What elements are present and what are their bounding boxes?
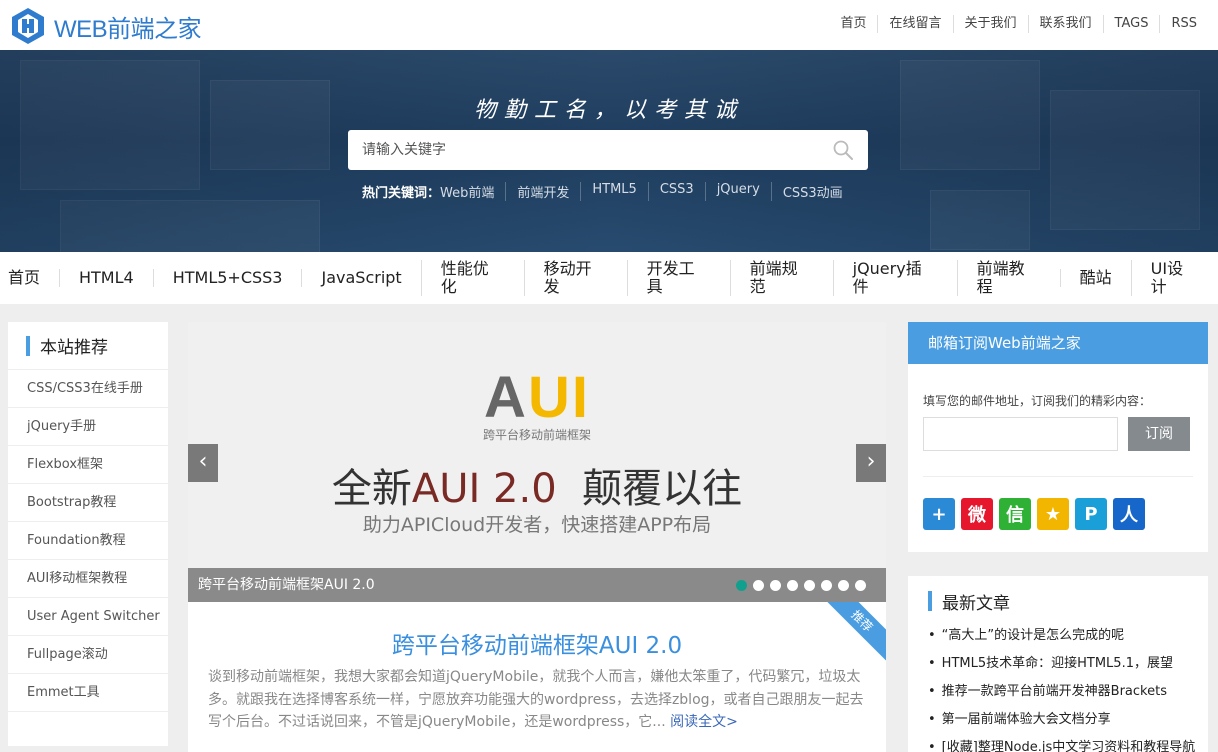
- main-nav-item[interactable]: HTML5+CSS3: [152, 269, 302, 287]
- sidebar-item[interactable]: Bootstrap教程: [8, 484, 168, 522]
- latest-articles: 最新文章 “高大上”的设计是怎么完成的呢HTML5技术革命：迎接HTML5.1，…: [908, 576, 1208, 752]
- search-box: [348, 130, 868, 170]
- sidebar-item[interactable]: Fullpage滚动: [8, 636, 168, 674]
- sidebar-item[interactable]: Foundation教程: [8, 522, 168, 560]
- site-logo[interactable]: WEB前端之家: [8, 6, 202, 46]
- main-nav-item[interactable]: UI设计: [1130, 260, 1218, 296]
- latest-list: “高大上”的设计是怎么完成的呢HTML5技术革命：迎接HTML5.1，展望推荐一…: [908, 626, 1208, 752]
- hot-keyword-link[interactable]: 前端开发: [505, 182, 580, 201]
- carousel-dot[interactable]: [770, 580, 781, 591]
- weibo-share-icon[interactable]: 微: [961, 498, 993, 530]
- latest-article-item[interactable]: “高大上”的设计是怎么完成的呢: [928, 626, 1208, 654]
- topnav-item[interactable]: 首页: [829, 15, 877, 33]
- plus-share-icon[interactable]: +: [923, 498, 955, 530]
- main-nav-item[interactable]: jQuery插件: [832, 260, 957, 296]
- main-nav-item[interactable]: 开发工具: [626, 260, 730, 296]
- tencent-weibo-share-icon[interactable]: P: [1075, 498, 1107, 530]
- subscribe-button[interactable]: 订阅: [1128, 417, 1190, 451]
- banner-slogan: 物勤工名，以考其诚: [473, 98, 744, 123]
- hot-keyword-link[interactable]: CSS3: [647, 182, 705, 201]
- sidebar-item[interactable]: Flexbox框架: [8, 446, 168, 484]
- main-nav-item[interactable]: 性能优化: [420, 260, 524, 296]
- carousel-dot[interactable]: [821, 580, 832, 591]
- main-nav-item[interactable]: 首页: [0, 269, 59, 287]
- divider: [923, 476, 1193, 477]
- aui-logo-subtitle: 跨平台移动前端框架: [482, 428, 591, 442]
- share-icons: + 微信 ★ P 人: [923, 498, 1151, 530]
- article-title[interactable]: 跨平台移动前端框架AUI 2.0: [188, 626, 886, 660]
- main-nav-item[interactable]: 前端规范: [729, 260, 833, 296]
- article-excerpt: 谈到移动前端框架，我想大家都会知道jQueryMobile，就我个人而言，嫌他太…: [208, 669, 864, 730]
- sidebar-item[interactable]: User Agent Switcher: [8, 598, 168, 636]
- logo-text: WEB前端之家: [54, 15, 202, 43]
- hot-keyword-link[interactable]: jQuery: [704, 182, 771, 201]
- carousel-dots: [730, 580, 866, 591]
- sidebar-item[interactable]: AUI移动框架教程: [8, 560, 168, 598]
- slide-headline: 全新AUI 2.0 颠覆以往: [331, 466, 743, 512]
- email-field[interactable]: [923, 417, 1118, 451]
- main-nav-item[interactable]: HTML4: [59, 269, 153, 287]
- top-bar: WEB前端之家 首页 在线留言 关于我们 联系我们 TAGS RSS: [0, 0, 1218, 50]
- latest-title: 最新文章: [908, 576, 1208, 626]
- latest-article-item[interactable]: [收藏]整理Node.js中文学习资料和教程导航: [928, 738, 1208, 752]
- title-accent-bar: [928, 591, 932, 611]
- recommend-sidebar: 本站推荐 CSS/CSS3在线手册 jQuery手册 Flexbox框架 Bootst…: [8, 322, 168, 746]
- hot-keyword-link[interactable]: Web前端: [440, 182, 505, 201]
- latest-article-item[interactable]: 第一届前端体验大会文档分享: [928, 710, 1208, 738]
- hot-keywords-label: 热门关键词：: [362, 186, 441, 201]
- hot-keyword-link[interactable]: CSS3动画: [770, 182, 854, 201]
- carousel-dot[interactable]: [736, 580, 747, 591]
- topnav-item[interactable]: 关于我们: [952, 15, 1028, 33]
- main-nav-item[interactable]: JavaScript: [301, 269, 420, 287]
- sidebar-list: CSS/CSS3在线手册 jQuery手册 Flexbox框架 Bootstrap教程…: [8, 370, 168, 712]
- latest-title-text: 最新文章: [942, 593, 1010, 614]
- main-nav-item[interactable]: 酷站: [1059, 269, 1131, 287]
- carousel-dot[interactable]: [804, 580, 815, 591]
- carousel-dot[interactable]: [838, 580, 849, 591]
- slide-tagline: 助力APICloud开发者，快速搭建APP布局: [362, 514, 712, 536]
- sidebar-title-text: 本站推荐: [40, 338, 108, 358]
- carousel: AUI 跨平台移动前端框架 全新AUI 2.0 颠覆以往 助力APICloud开…: [188, 322, 886, 602]
- subscribe-title: 邮箱订阅Web前端之家: [908, 322, 1208, 364]
- sidebar-item[interactable]: jQuery手册: [8, 408, 168, 446]
- main-nav-item[interactable]: 前端教程: [956, 260, 1060, 296]
- latest-article-item[interactable]: HTML5技术革命：迎接HTML5.1，展望: [928, 654, 1208, 682]
- banner: 物勤工名，以考其诚 热门关键词： Web前端前端开发HTML5CSS3jQuer…: [0, 50, 1218, 252]
- sidebar-item[interactable]: Emmet工具: [8, 674, 168, 712]
- subscribe-desc: 填写您的邮件地址，订阅我们的精彩内容：: [923, 394, 1152, 408]
- subscribe-box: 邮箱订阅Web前端之家 填写您的邮件地址，订阅我们的精彩内容： 订阅 + 微信 ★ P…: [908, 322, 1208, 552]
- carousel-dot[interactable]: [787, 580, 798, 591]
- carousel-dot[interactable]: [753, 580, 764, 591]
- search-icon[interactable]: [832, 139, 854, 161]
- read-more-link[interactable]: 阅读全文>: [670, 714, 738, 730]
- wechat-share-icon[interactable]: 信: [999, 498, 1031, 530]
- main-nav: 首页 HTML4 HTML5+CSS3 JavaScript 性能优化 移动开发 开发工具前…: [0, 252, 1218, 304]
- aui-logo: AUI: [484, 365, 590, 430]
- carousel-dot[interactable]: [855, 580, 866, 591]
- latest-article-item[interactable]: 推荐一款跨平台前端开发神器Brackets: [928, 682, 1208, 710]
- carousel-prev-button[interactable]: ‹: [188, 444, 218, 482]
- topnav-item[interactable]: RSS: [1159, 15, 1208, 33]
- carousel-next-button[interactable]: ›: [856, 444, 886, 482]
- topnav-item[interactable]: 联系我们: [1027, 15, 1103, 33]
- renren-share-icon[interactable]: 人: [1113, 498, 1145, 530]
- qzone-share-icon[interactable]: ★: [1037, 498, 1069, 530]
- topnav-item[interactable]: TAGS: [1102, 15, 1160, 33]
- search-input[interactable]: [348, 130, 818, 170]
- featured-article: 推荐 跨平台移动前端框架AUI 2.0 谈到移动前端框架，我想大家都会知道jQu…: [188, 602, 886, 752]
- title-accent-bar: [26, 335, 30, 356]
- sidebar-item[interactable]: CSS/CSS3在线手册: [8, 370, 168, 408]
- hot-keyword-link[interactable]: HTML5: [580, 182, 647, 201]
- top-nav: 首页 在线留言 关于我们 联系我们 TAGS RSS: [829, 15, 1208, 33]
- sidebar-title: 本站推荐: [8, 322, 168, 370]
- topnav-item[interactable]: 在线留言: [877, 15, 952, 33]
- hexagon-logo-icon: [12, 8, 44, 44]
- main-nav-item[interactable]: 移动开发: [523, 260, 627, 296]
- hot-keywords: 热门关键词： Web前端 前端开发 HTML5 CSS3 jQuery CSS3动画: [362, 182, 854, 201]
